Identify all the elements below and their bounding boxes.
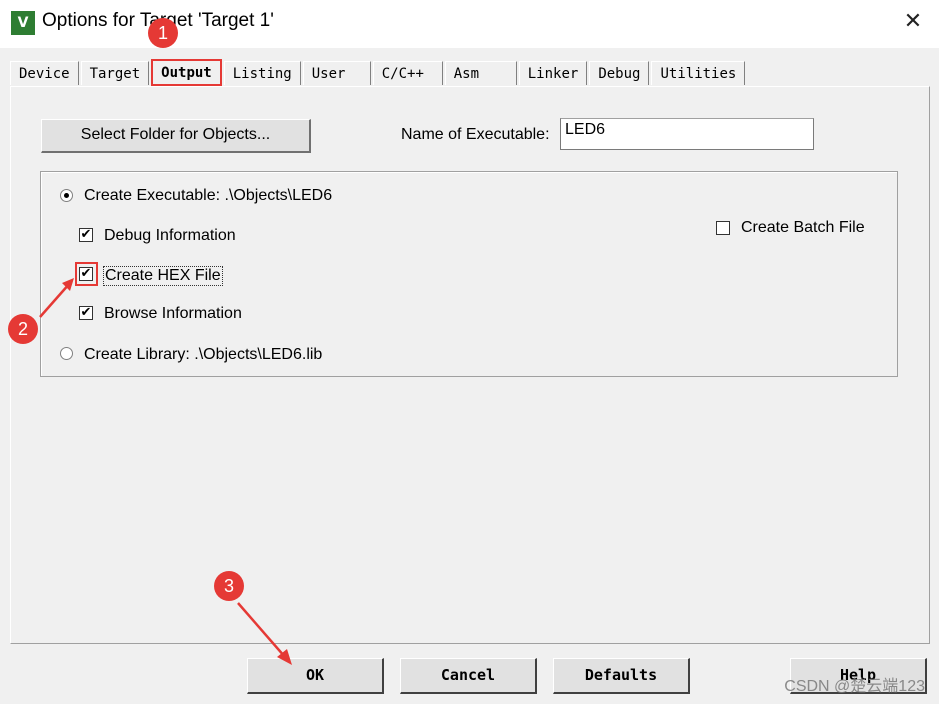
tab-output[interactable]: Output	[151, 59, 222, 86]
browse-information-checkbox[interactable]: ✔	[79, 306, 93, 320]
browse-information-label: Browse Information	[104, 305, 242, 322]
ok-button[interactable]: OK	[247, 658, 384, 694]
create-executable-label: Create Executable: .\Objects\LED6	[84, 187, 333, 204]
cancel-button[interactable]: Cancel	[400, 658, 537, 694]
debug-information-label: Debug Information	[104, 227, 236, 244]
annotation-badge-3: 3	[214, 571, 244, 601]
tab-user[interactable]: User	[302, 61, 371, 85]
tab-target[interactable]: Target	[80, 61, 150, 85]
create-batch-file-label: Create Batch File	[741, 219, 865, 236]
tab-strip: Device Target Output Listing User C/C++ …	[10, 59, 747, 86]
executable-name-input[interactable]: LED6	[560, 118, 814, 150]
tab-debug[interactable]: Debug	[589, 61, 650, 85]
create-hex-label: Create HEX File	[103, 266, 223, 286]
create-batch-file-checkbox[interactable]	[716, 221, 730, 235]
annotation-badge-1: 1	[148, 18, 178, 48]
create-library-label: Create Library: .\Objects\LED6.lib	[84, 346, 323, 363]
create-library-radio[interactable]	[60, 347, 73, 360]
title-bar: V Options for Target 'Target 1' ✕	[0, 0, 939, 48]
tab-device[interactable]: Device	[10, 61, 79, 85]
executable-name-label: Name of Executable:	[401, 126, 550, 143]
watermark: CSDN @楚云端123	[784, 678, 925, 695]
tab-linker[interactable]: Linker	[518, 61, 588, 85]
keil-uvision-icon: V	[11, 11, 35, 35]
close-icon[interactable]: ✕	[901, 10, 925, 34]
tab-asm[interactable]: Asm	[444, 61, 517, 85]
annotation-badge-2: 2	[8, 314, 38, 344]
debug-information-checkbox[interactable]: ✔	[79, 228, 93, 242]
tab-utilities[interactable]: Utilities	[651, 61, 746, 85]
create-hex-checkbox[interactable]: ✔	[79, 267, 93, 281]
tab-cc[interactable]: C/C++	[372, 61, 443, 85]
create-executable-radio[interactable]	[60, 189, 73, 202]
select-folder-button[interactable]: Select Folder for Objects...	[41, 119, 311, 153]
defaults-button[interactable]: Defaults	[553, 658, 690, 694]
tab-listing[interactable]: Listing	[223, 61, 301, 85]
